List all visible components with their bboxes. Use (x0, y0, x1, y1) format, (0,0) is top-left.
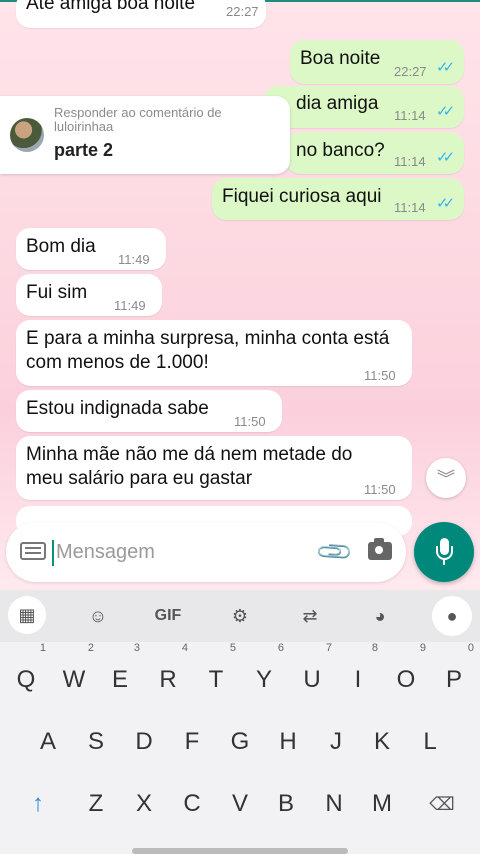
reply-title: parte 2 (54, 140, 114, 160)
message-incoming[interactable]: Estou indignada sabe 11:50 (16, 390, 282, 432)
key-h[interactable]: H (266, 718, 310, 766)
message-time: 11:14 (394, 108, 426, 123)
attach-icon[interactable]: 📎 (314, 532, 356, 574)
read-ticks-icon: ✓✓ (436, 59, 455, 76)
key-c[interactable]: C (170, 780, 214, 828)
key-t[interactable]: T5 (194, 642, 238, 704)
gesture-nav-bar (132, 848, 348, 854)
key-b[interactable]: B (264, 780, 308, 828)
key-n[interactable]: N (312, 780, 356, 828)
scroll-down-button[interactable]: ︾ (426, 458, 466, 498)
key-g[interactable]: G (218, 718, 262, 766)
read-ticks-icon: ✓✓ (436, 195, 455, 212)
key-i[interactable]: I8 (336, 642, 380, 704)
key-q[interactable]: Q1 (4, 642, 48, 704)
message-text: dia amiga (296, 93, 379, 114)
key-y[interactable]: Y6 (242, 642, 286, 704)
message-time: 22:27 (394, 64, 427, 79)
key-p[interactable]: P0 (432, 642, 476, 704)
message-time: 11:49 (118, 252, 150, 267)
camera-icon[interactable] (368, 538, 392, 560)
message-outgoing[interactable]: no banco? 11:14 ✓✓ (286, 132, 464, 174)
translate-icon[interactable]: ⇄ (292, 600, 328, 632)
read-ticks-icon: ✓✓ (436, 149, 455, 166)
voice-input-icon[interactable]: ● (432, 596, 472, 636)
shift-key[interactable]: ↑ (16, 780, 60, 828)
key-z[interactable]: Z (74, 780, 118, 828)
message-text: Bom dia (26, 236, 96, 257)
apps-grid-icon[interactable]: ▦ (8, 596, 46, 634)
message-text: no banco? (296, 140, 385, 161)
key-x[interactable]: X (122, 780, 166, 828)
message-incoming[interactable]: Minha mãe não me dá nem metade do meu sa… (16, 436, 412, 500)
message-text: Estou indignada sabe (26, 398, 209, 419)
message-incoming[interactable]: Fui sim 11:49 (16, 274, 162, 316)
key-r[interactable]: R4 (146, 642, 190, 704)
message-outgoing[interactable]: Boa noite 22:27 ✓✓ (290, 40, 464, 84)
message-text: Fiquei curiosa aqui (222, 186, 382, 207)
keyboard: Q1 W2 E3 R4 T5 Y6 U7 I8 O9 P0 A S D F G … (0, 642, 480, 854)
message-time: 11:14 (394, 154, 426, 169)
settings-gear-icon[interactable]: ⚙ (222, 600, 258, 632)
key-o[interactable]: O9 (384, 642, 428, 704)
composer-bar: 📎 (6, 522, 406, 582)
message-text: Boa noite (300, 48, 381, 69)
key-k[interactable]: K (360, 718, 404, 766)
message-outgoing[interactable]: Fiquei curiosa aqui 11:14 ✓✓ (212, 178, 464, 220)
key-e[interactable]: E3 (98, 642, 142, 704)
message-text: Minha mãe não me dá nem metade do meu sa… (26, 444, 353, 489)
reply-label: Responder ao comentário de luloirinhaa (54, 105, 222, 134)
sticker-icon[interactable]: ☺ (80, 600, 116, 632)
message-text: Ate amiga boa noite (26, 0, 196, 14)
avatar (10, 118, 44, 152)
message-time: 11:50 (364, 368, 396, 383)
key-a[interactable]: A (26, 718, 70, 766)
message-text: E para a minha surpresa, minha conta est… (26, 328, 390, 373)
chevrons-down-icon: ︾ (437, 469, 455, 489)
keyboard-icon[interactable] (20, 542, 46, 560)
message-time: 22:27 (226, 4, 259, 19)
read-ticks-icon: ✓✓ (436, 103, 455, 120)
microphone-icon-stem (443, 560, 445, 565)
message-input[interactable] (56, 534, 296, 570)
message-text: Fui sim (26, 282, 88, 303)
message-incoming[interactable]: Bom dia 11:49 (16, 228, 166, 270)
key-v[interactable]: V (218, 780, 262, 828)
key-l[interactable]: L (408, 718, 452, 766)
theme-palette-icon[interactable]: ◕ (362, 600, 398, 632)
key-s[interactable]: S (74, 718, 118, 766)
backspace-key[interactable]: ⌫ (420, 780, 464, 828)
key-d[interactable]: D (122, 718, 166, 766)
microphone-icon-arc (436, 546, 453, 560)
message-incoming[interactable]: Ate amiga boa noite 22:27 (16, 0, 266, 28)
message-incoming[interactable]: E para a minha surpresa, minha conta est… (16, 320, 412, 386)
message-time: 11:49 (114, 298, 146, 313)
chat-area[interactable]: Ate amiga boa noite 22:27 Boa noite 22:2… (0, 0, 480, 590)
key-w[interactable]: W2 (52, 642, 96, 704)
key-j[interactable]: J (314, 718, 358, 766)
voice-message-button[interactable] (414, 522, 474, 582)
message-time: 11:50 (364, 482, 396, 497)
key-u[interactable]: U7 (290, 642, 334, 704)
reply-to-comment-overlay[interactable]: Responder ao comentário de luloirinhaa p… (0, 96, 290, 174)
key-m[interactable]: M (360, 780, 404, 828)
message-time: 11:50 (234, 414, 266, 429)
gif-button[interactable]: GIF (150, 600, 186, 632)
text-cursor (52, 540, 54, 566)
message-time: 11:14 (394, 200, 426, 215)
key-f[interactable]: F (170, 718, 214, 766)
keyboard-toolbar: ▦ ☺ GIF ⚙ ⇄ ◕ ● (0, 590, 480, 642)
message-outgoing[interactable]: dia amiga 11:14 ✓✓ (264, 86, 464, 128)
